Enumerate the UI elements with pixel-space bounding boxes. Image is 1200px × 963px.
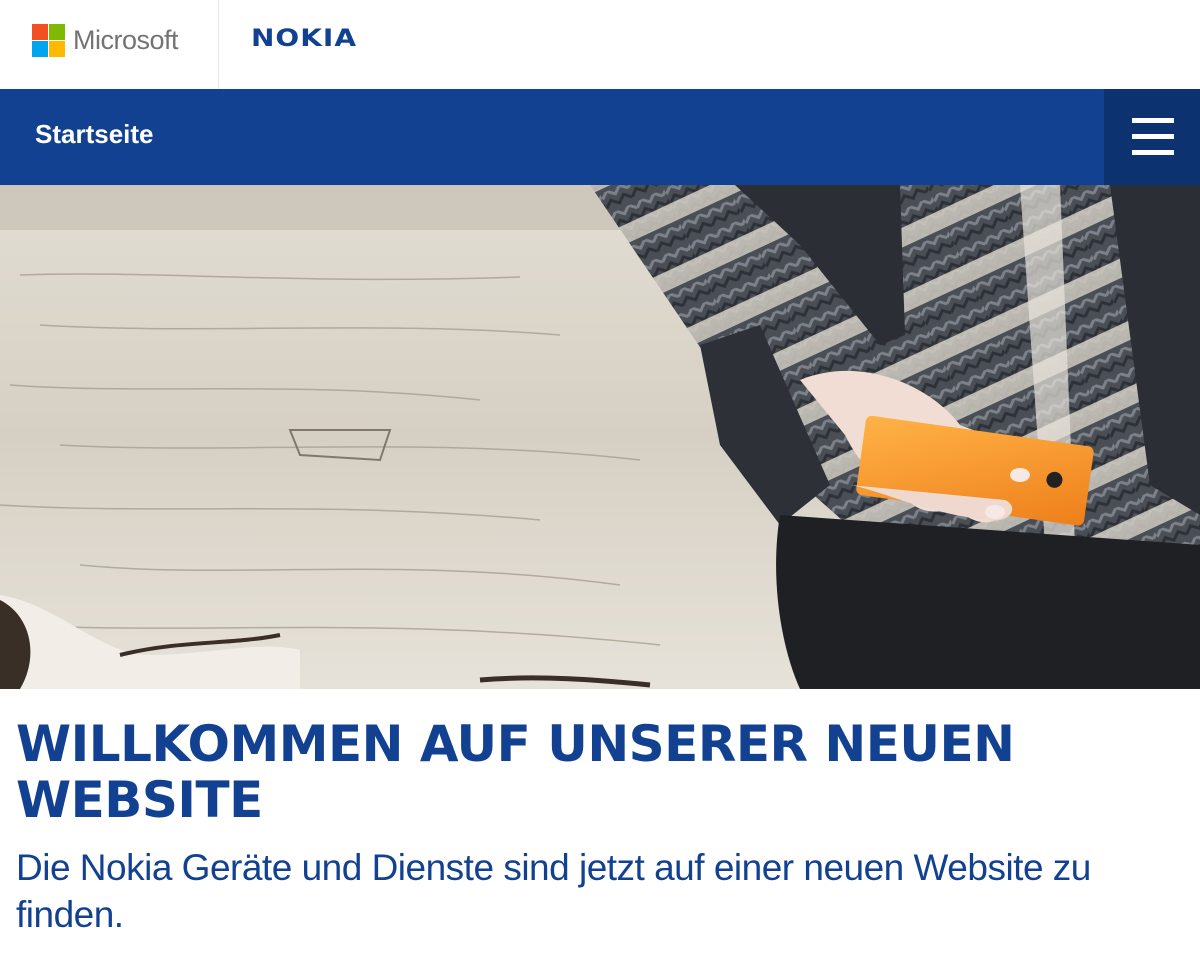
menu-button[interactable]	[1104, 89, 1200, 185]
page-title: Willkommen auf unserer neuen Website	[16, 715, 1015, 829]
microsoft-logo[interactable]: Microsoft	[32, 23, 179, 57]
top-header: Microsoft NOKIA	[0, 0, 1200, 89]
microsoft-wordmark: Microsoft	[73, 24, 179, 55]
hero-photo-illustration	[0, 185, 1200, 689]
navigation-bar: Startseite	[0, 89, 1200, 185]
welcome-section: Willkommen auf unserer neuen Website Die…	[16, 716, 1166, 938]
page-subtitle: Die Nokia Geräte und Dienste sind jetzt …	[16, 847, 1091, 935]
nokia-logo[interactable]: NOKIA	[251, 24, 357, 52]
header-divider	[218, 0, 219, 89]
nav-home-link[interactable]: Startseite	[35, 119, 154, 150]
hero-image	[0, 185, 1200, 689]
microsoft-logo-icon	[32, 23, 65, 57]
